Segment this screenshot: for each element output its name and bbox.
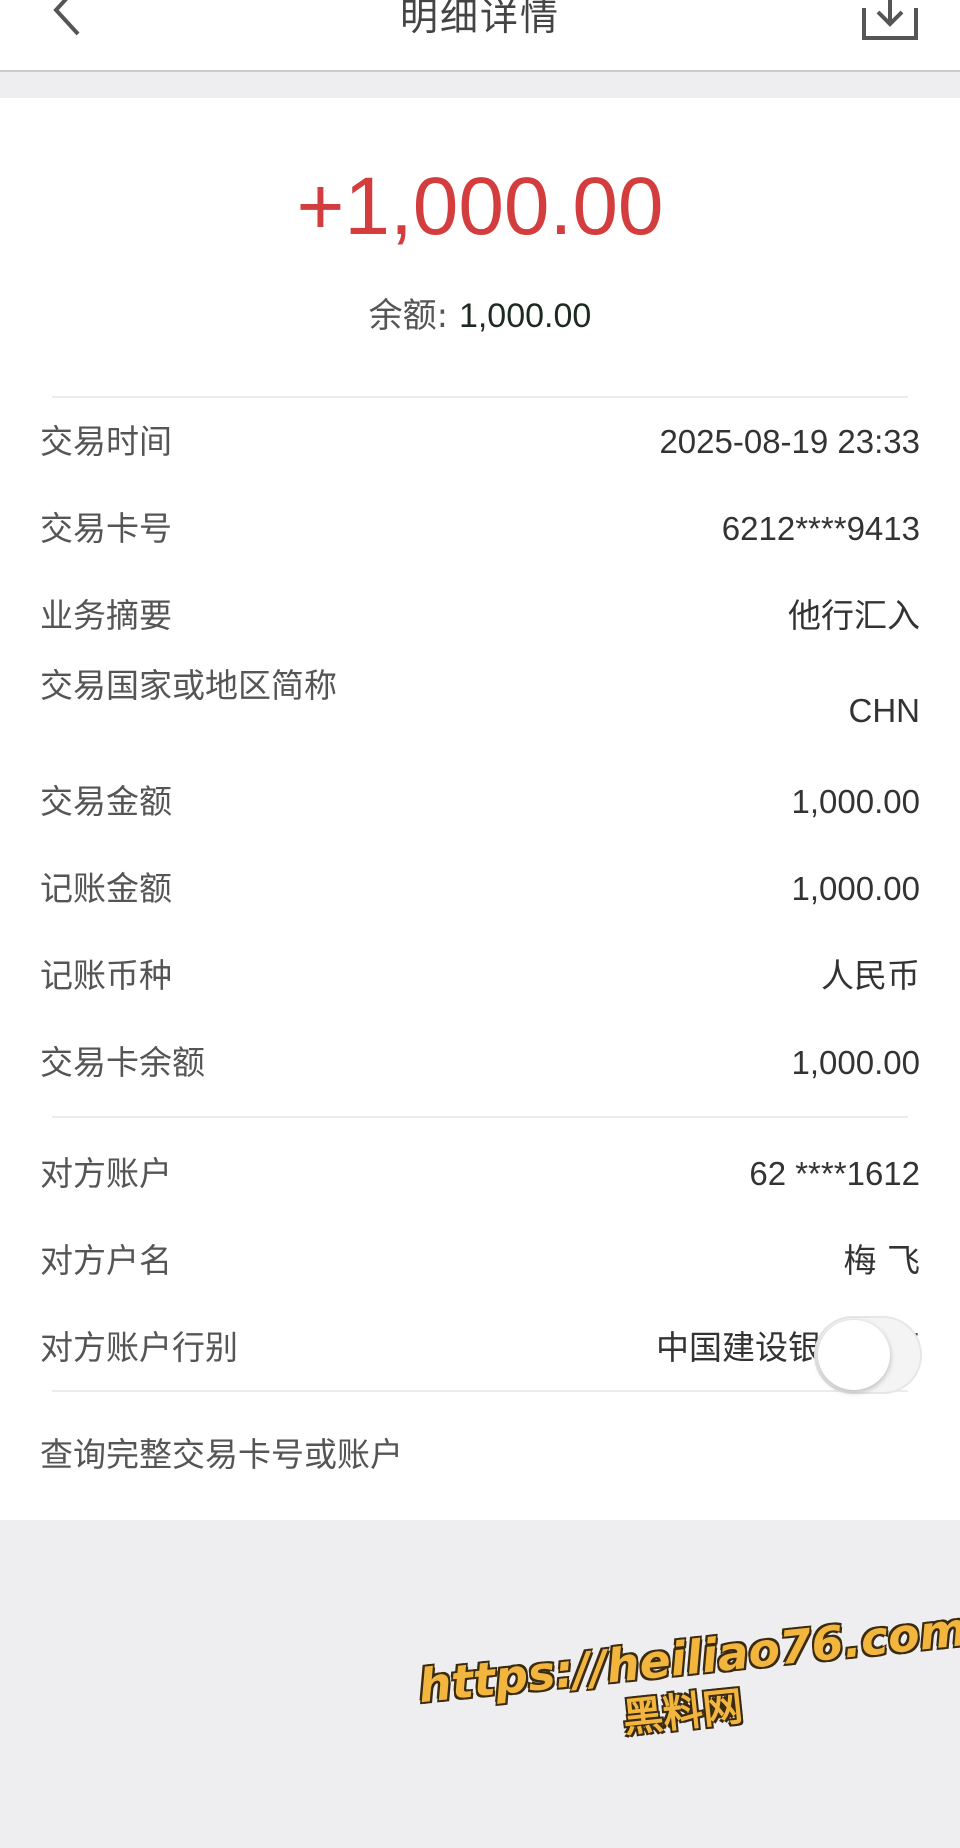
counterparty-value: 梅 飞 xyxy=(843,1241,921,1280)
detail-value: 2025-08-19 23:33 xyxy=(659,423,920,460)
detail-value: 人民币 xyxy=(821,956,920,995)
detail-label: 交易金额 xyxy=(40,782,172,821)
counterparty-label: 对方账户行别 xyxy=(40,1328,238,1367)
divider xyxy=(52,1390,908,1392)
detail-value: 他行汇入 xyxy=(788,596,920,635)
detail-value: 6212****9413 xyxy=(721,510,920,547)
page-title: 明细详情 xyxy=(399,0,560,39)
detail-label: 交易卡号 xyxy=(40,509,172,548)
header-bar: 明细详情 xyxy=(0,0,960,72)
detail-value: 1,000.00 xyxy=(791,1044,920,1081)
toggle-label: 查询完整交易卡号或账户 xyxy=(40,1435,403,1474)
detail-label: 记账金额 xyxy=(40,869,172,908)
detail-label: 交易时间 xyxy=(40,422,172,461)
detail-label: 业务摘要 xyxy=(40,596,172,635)
detail-label: 交易卡余额 xyxy=(40,1043,205,1082)
toggle-knob[interactable] xyxy=(818,1320,890,1390)
divider xyxy=(52,396,908,398)
counterparty-label: 对方账户 xyxy=(40,1154,172,1193)
detail-label: 记账币种 xyxy=(40,956,172,995)
balance-value: 1,000.00 xyxy=(458,297,592,335)
divider xyxy=(52,1116,908,1118)
detail-row-country: 交易国家或地区简称 CHN xyxy=(40,663,920,759)
download-icon[interactable] xyxy=(860,0,920,42)
balance-line: 余额: 1,000.00 xyxy=(0,288,960,337)
transaction-amount: +1,000.00 xyxy=(296,161,664,252)
detail-value: 1,000.00 xyxy=(791,783,920,820)
detail-label: 交易国家或地区简称 xyxy=(40,666,337,705)
detail-value: CHN xyxy=(848,692,921,729)
detail-value: 1,000.00 xyxy=(791,870,920,907)
balance-label: 余额: xyxy=(368,296,449,336)
counterparty-value: 62 ****1612 xyxy=(749,1155,920,1192)
watermark: https://heiliao76.com 黑料网 xyxy=(416,1602,960,1765)
transaction-detail-card: +1,000.00 余额: 1,000.00 交易时间 2025-08-19 2… xyxy=(0,98,960,1520)
counterparty-label: 对方户名 xyxy=(40,1241,172,1280)
full-card-number-toggle[interactable] xyxy=(814,1316,922,1394)
